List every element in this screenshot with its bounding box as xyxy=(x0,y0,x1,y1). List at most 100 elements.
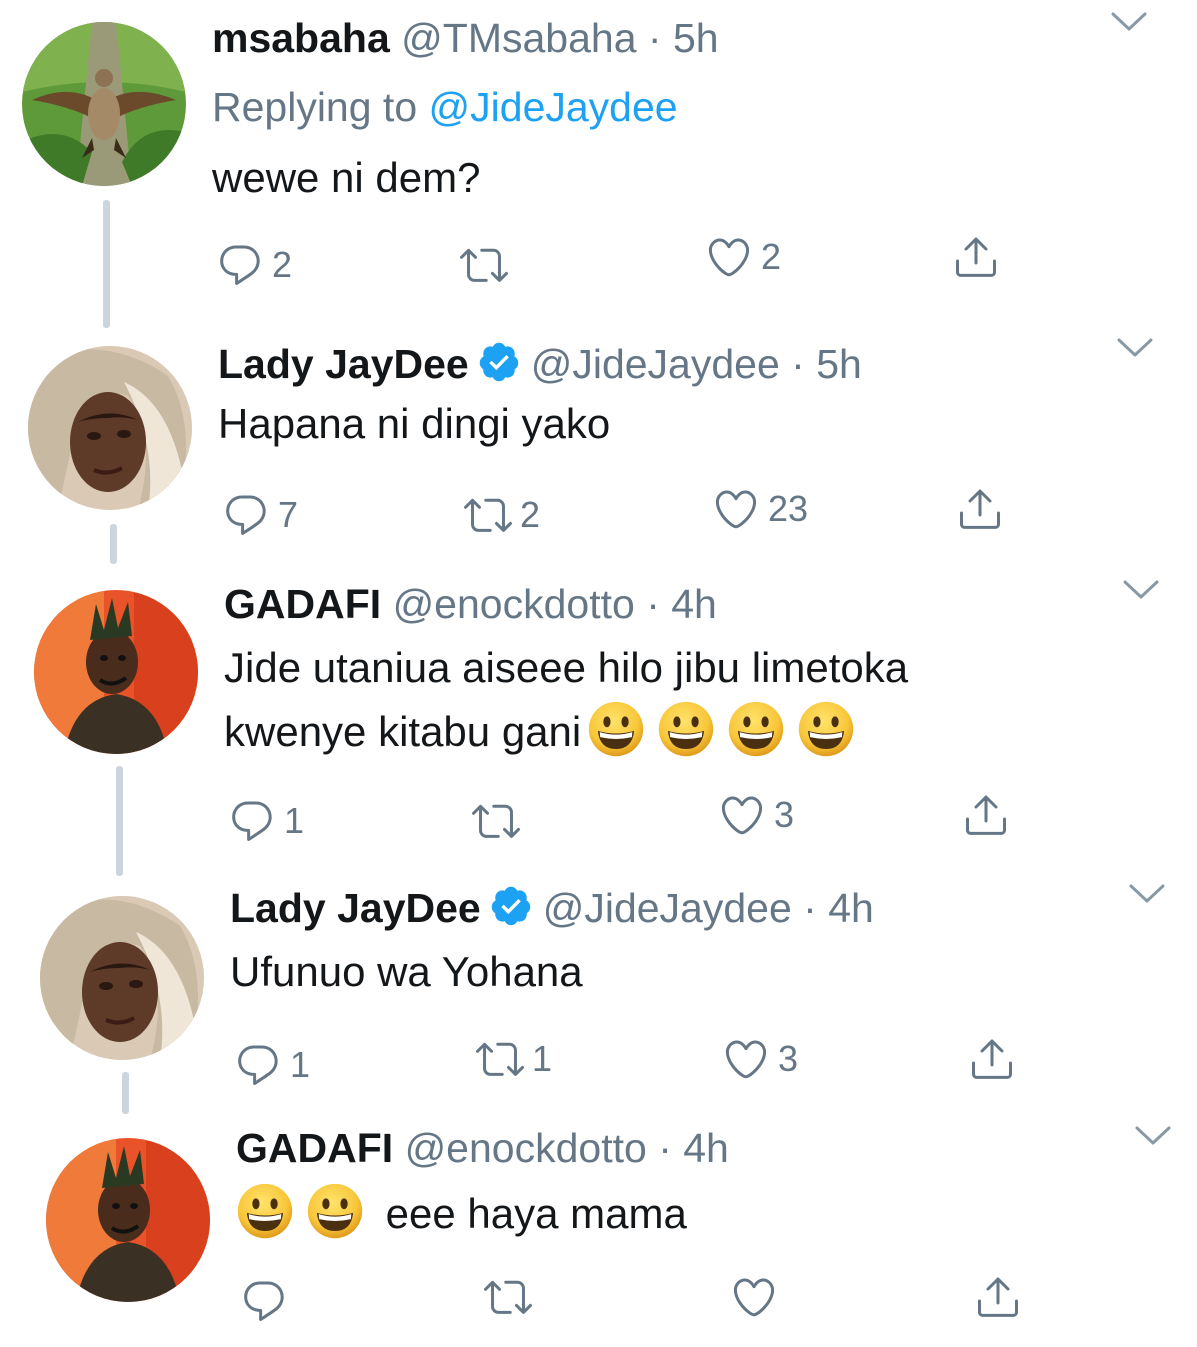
avatar-bird-image xyxy=(22,22,186,186)
user-handle[interactable]: @TMsabaha xyxy=(401,15,636,61)
timestamp[interactable]: 4h xyxy=(683,1125,729,1171)
tweet-1[interactable]: msabaha @TMsabaha · 5h Replying to @Jide… xyxy=(0,0,1197,330)
verified-badge-icon xyxy=(477,340,521,384)
timestamp[interactable]: 5h xyxy=(673,15,719,61)
retweet-count: 1 xyxy=(532,1038,553,1079)
replying-label: Replying to xyxy=(212,84,418,130)
replying-mention-link[interactable]: @JideJaydee xyxy=(429,84,678,130)
like-button[interactable] xyxy=(730,1272,778,1322)
retweet-icon xyxy=(464,491,512,539)
tweet-text-line-2: kwenye kitabu gani xyxy=(224,700,855,764)
separator-dot: · xyxy=(658,1125,672,1171)
like-button[interactable]: 3 xyxy=(718,790,794,840)
chevron-down-icon[interactable] xyxy=(1122,578,1160,602)
reply-button[interactable]: 1 xyxy=(228,796,304,846)
tweet-text: wewe ni dem? xyxy=(212,154,481,201)
like-count: 23 xyxy=(768,488,809,529)
heart-icon xyxy=(712,485,760,533)
timestamp[interactable]: 4h xyxy=(671,581,717,627)
replying-to: Replying to @JideJaydee xyxy=(212,84,678,131)
tweet-text: eee haya mama xyxy=(385,1190,687,1237)
user-handle[interactable]: @JideJaydee xyxy=(543,885,792,931)
avatar[interactable] xyxy=(40,896,204,1060)
grinning-face-icon xyxy=(797,700,855,758)
chevron-down-icon[interactable] xyxy=(1134,1124,1172,1148)
tweet-4[interactable]: Lady JayDee @JideJaydee · 4h Ufunuo wa Yo… xyxy=(0,878,1197,1126)
retweet-button[interactable] xyxy=(460,240,508,290)
chevron-down-icon[interactable] xyxy=(1116,336,1154,360)
display-name[interactable]: GADAFI xyxy=(224,581,381,627)
heart-icon xyxy=(730,1273,778,1321)
grinning-face-icon xyxy=(306,1182,364,1240)
tweet-5[interactable]: GADAFI @enockdotto · 4h eee haya mama xyxy=(0,1120,1197,1347)
reply-button[interactable] xyxy=(240,1276,288,1326)
heart-icon xyxy=(718,791,766,839)
avatar[interactable] xyxy=(34,590,198,754)
retweet-button[interactable]: 1 xyxy=(476,1034,552,1084)
tweet-3[interactable]: GADAFI @enockdotto · 4h Jide utaniua ais… xyxy=(0,572,1197,884)
display-name[interactable]: Lady JayDee xyxy=(230,885,481,931)
reply-icon xyxy=(216,241,264,289)
tweet-text: Hapana ni dingi yako xyxy=(218,400,611,447)
tweet-text: Ufunuo wa Yohana xyxy=(230,948,583,995)
reply-thread: msabaha @TMsabaha · 5h Replying to @Jide… xyxy=(0,0,1197,1347)
reply-count: 7 xyxy=(278,494,299,535)
share-icon xyxy=(952,233,1000,281)
reply-count: 1 xyxy=(290,1044,311,1085)
reply-count: 2 xyxy=(272,244,293,285)
timestamp[interactable]: 5h xyxy=(816,341,862,387)
tweet-2[interactable]: Lady JayDee @JideJaydee · 5h Hapana ni di… xyxy=(0,330,1197,580)
verified-badge-icon xyxy=(489,884,533,928)
retweet-button[interactable] xyxy=(472,796,520,846)
heart-icon xyxy=(722,1035,770,1083)
tweet-header: Lady JayDee @JideJaydee · 5h xyxy=(218,340,862,388)
reply-button[interactable]: 1 xyxy=(234,1040,310,1090)
share-button[interactable] xyxy=(968,1034,1016,1084)
user-handle[interactable]: @JideJaydee xyxy=(531,341,780,387)
like-button[interactable]: 2 xyxy=(705,232,781,282)
avatar[interactable] xyxy=(22,22,186,186)
avatar-woman-image xyxy=(40,896,204,1060)
separator-dot: · xyxy=(803,885,817,931)
retweet-icon xyxy=(472,797,520,845)
reply-button[interactable]: 2 xyxy=(216,240,292,290)
avatar-woman-image xyxy=(28,346,192,510)
tweet-text-line-1: Jide utaniua aiseee hilo jibu limetoka xyxy=(224,644,909,691)
retweet-icon xyxy=(484,1273,532,1321)
separator-dot: · xyxy=(647,15,662,61)
like-count: 2 xyxy=(761,236,782,277)
share-button[interactable] xyxy=(962,790,1010,840)
separator-dot: · xyxy=(791,341,805,387)
tweet-actions: 1 3 xyxy=(0,794,1197,846)
reply-icon xyxy=(240,1277,288,1325)
grinning-face-icon xyxy=(727,700,785,758)
display-name[interactable]: Lady JayDee xyxy=(218,341,469,387)
reply-button[interactable]: 7 xyxy=(222,490,298,540)
chevron-down-icon[interactable] xyxy=(1110,10,1148,34)
avatar[interactable] xyxy=(28,346,192,510)
tweet-header: GADAFI @enockdotto · 4h xyxy=(236,1124,729,1172)
tweet-actions: 1 1 3 xyxy=(0,1038,1197,1090)
like-count: 3 xyxy=(774,794,795,835)
like-button[interactable]: 23 xyxy=(712,484,808,534)
grinning-face-icon xyxy=(236,1182,294,1240)
retweet-button[interactable]: 2 xyxy=(464,490,540,540)
tweet-header: GADAFI @enockdotto · 4h xyxy=(224,580,717,628)
user-handle[interactable]: @enockdotto xyxy=(405,1125,647,1171)
share-button[interactable] xyxy=(952,232,1000,282)
display-name[interactable]: msabaha xyxy=(212,15,390,61)
grinning-face-icon xyxy=(587,700,645,758)
share-button[interactable] xyxy=(974,1272,1022,1322)
display-name[interactable]: GADAFI xyxy=(236,1125,393,1171)
like-count: 3 xyxy=(778,1038,799,1079)
separator-dot: · xyxy=(646,581,660,627)
avatar-man-image xyxy=(34,590,198,754)
chevron-down-icon[interactable] xyxy=(1128,882,1166,906)
user-handle[interactable]: @enockdotto xyxy=(393,581,635,627)
retweet-button[interactable] xyxy=(484,1272,532,1322)
tweet-actions xyxy=(0,1276,1197,1326)
like-button[interactable]: 3 xyxy=(722,1034,798,1084)
share-icon xyxy=(968,1035,1016,1083)
share-button[interactable] xyxy=(956,484,1004,534)
timestamp[interactable]: 4h xyxy=(828,885,874,931)
